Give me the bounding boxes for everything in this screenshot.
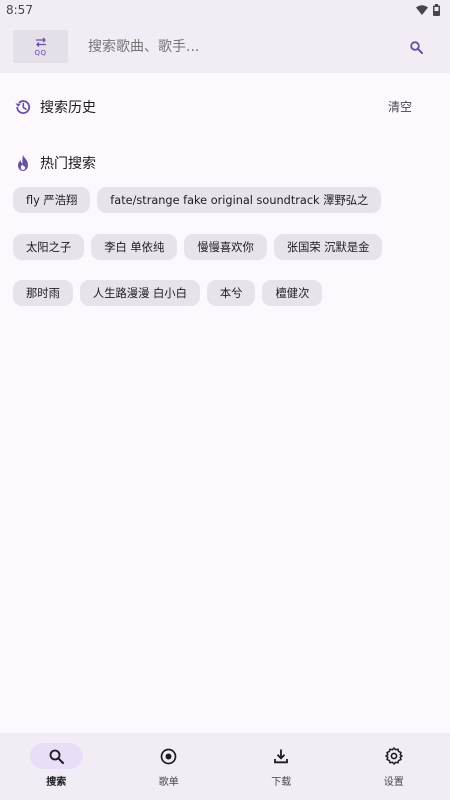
search-icon	[409, 40, 423, 54]
flame-icon	[18, 155, 28, 171]
app-screen: 8:57 QQ 搜索歌曲、歌手... 搜索历史 清空 热门搜索 fly 严浩翔 …	[0, 0, 450, 800]
hot-chip-row-2: 太阳之子 李白 单依纯 慢慢喜欢你 张国荣 沉默是金	[13, 234, 383, 260]
hot-search-chip[interactable]: 张国荣 沉默是金	[273, 234, 383, 260]
hot-search-chip[interactable]: 人生路漫漫 白小白	[79, 280, 200, 306]
source-label: QQ	[34, 48, 47, 57]
hot-search-chip[interactable]: fate/strange fake original soundtrack 澤野…	[97, 187, 382, 213]
clear-history-button[interactable]: 清空	[382, 97, 418, 117]
hot-search-chip[interactable]: 太阳之子	[13, 234, 85, 260]
hot-search-chip[interactable]: 慢慢喜欢你	[184, 234, 267, 260]
nav-label: 歌单	[158, 777, 179, 788]
nav-item-settings[interactable]: 设置	[338, 733, 450, 800]
history-icon	[15, 100, 31, 114]
gear-icon	[385, 747, 403, 765]
swap-icon	[35, 37, 46, 47]
hot-title: 热门搜索	[40, 156, 96, 172]
history-header: 搜索历史	[14, 96, 96, 118]
hot-header: 热门搜索	[14, 152, 96, 174]
nav-item-search[interactable]: 搜索	[0, 733, 113, 800]
disc-icon	[160, 748, 177, 764]
bottom-nav: 搜索 歌单 下载 设置	[0, 733, 450, 800]
nav-label: 搜索	[46, 777, 67, 788]
nav-label: 设置	[383, 777, 404, 788]
hot-search-chip[interactable]: 那时雨	[13, 280, 73, 306]
status-time: 8:57	[6, 3, 33, 17]
search-icon	[49, 749, 64, 764]
nav-item-download[interactable]: 下载	[225, 733, 338, 800]
hot-chip-row-1: fly 严浩翔 fate/strange fake original sound…	[13, 187, 382, 213]
nav-label: 下载	[271, 777, 292, 788]
nav-item-playlist[interactable]: 歌单	[113, 733, 226, 800]
nav-indicator	[367, 743, 420, 769]
history-title: 搜索历史	[40, 100, 96, 116]
search-button[interactable]	[406, 38, 426, 56]
status-bar: 8:57	[0, 0, 450, 20]
source-switch-button[interactable]: QQ	[13, 30, 68, 63]
search-input[interactable]	[88, 36, 378, 58]
nav-indicator	[255, 743, 308, 769]
nav-indicator	[142, 743, 195, 769]
hot-chip-row-3: 那时雨 人生路漫漫 白小白 本兮 檀健次	[13, 280, 323, 306]
hot-search-chip[interactable]: 檀健次	[262, 280, 323, 306]
battery-icon	[433, 4, 440, 16]
nav-indicator	[29, 743, 83, 769]
wifi-icon	[416, 5, 428, 15]
download-icon	[274, 749, 289, 764]
hot-search-chip[interactable]: fly 严浩翔	[13, 187, 91, 213]
top-bar: QQ	[0, 20, 450, 73]
status-icons	[416, 3, 440, 17]
hot-search-chip[interactable]: 本兮	[206, 280, 256, 306]
hot-search-chip[interactable]: 李白 单依纯	[91, 234, 178, 260]
